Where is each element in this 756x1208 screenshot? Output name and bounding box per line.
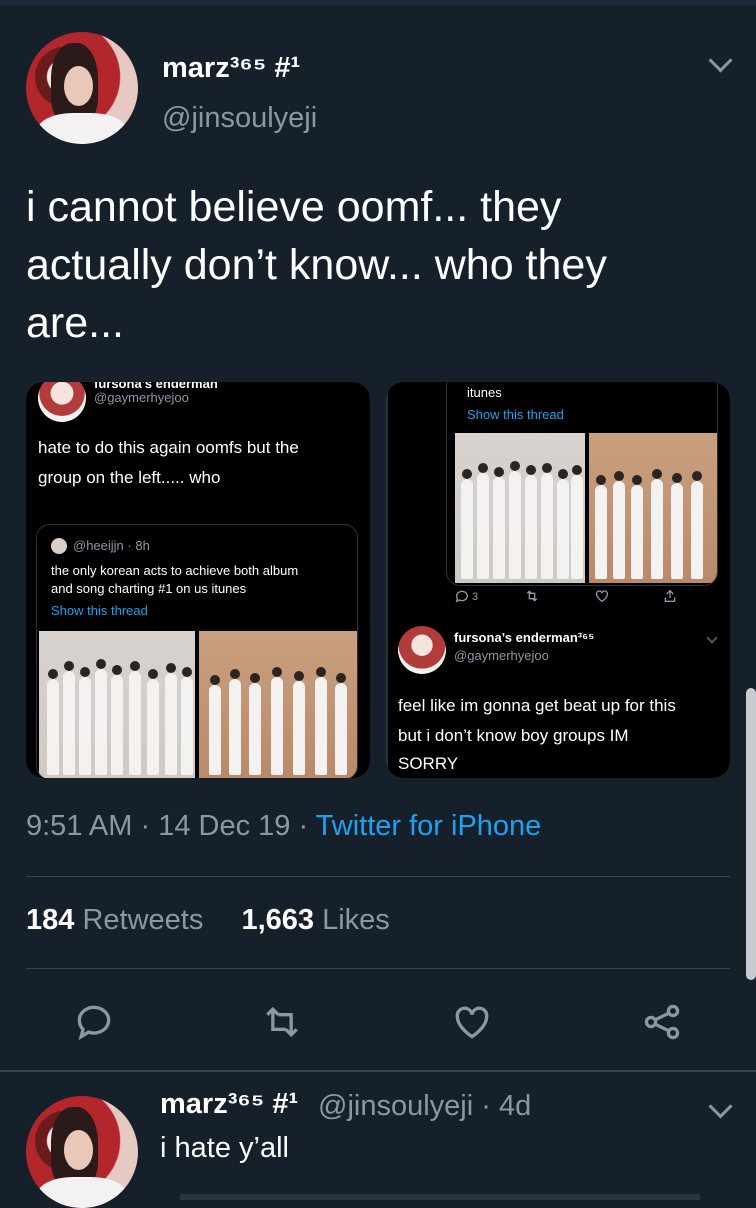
embed-text-line2: group on the left..... who xyxy=(38,468,221,487)
retweet-icon xyxy=(526,590,538,602)
share-icon xyxy=(664,589,676,602)
like-icon[interactable] xyxy=(450,1000,494,1044)
likes-stat[interactable]: 1,663 Likes xyxy=(241,904,389,936)
show-thread-link: Show this thread xyxy=(467,407,564,422)
avatar[interactable] xyxy=(26,1096,138,1208)
chevron-down-icon xyxy=(706,632,718,644)
embed-text-line1: hate to do this again oomfs but the xyxy=(38,438,299,457)
meta-separator: · xyxy=(140,810,159,842)
tweet-date: 14 Dec 19 xyxy=(158,810,291,842)
quote-handle: @heeijjn · 8h xyxy=(73,538,150,553)
retweet-icon[interactable] xyxy=(260,1000,304,1044)
tweet-text: i cannot believe oomf... they actually d… xyxy=(26,183,607,347)
handle[interactable]: @jinsoulyeji xyxy=(162,102,317,135)
reply-count: 3 xyxy=(472,591,479,603)
embed-handle: @gaymerhyejoo xyxy=(454,648,549,663)
embed-text-line2: but i don’t know boy groups IM xyxy=(398,726,629,745)
tweet-stats: 184 Retweets 1,663 Likes xyxy=(26,904,390,937)
avatar xyxy=(38,382,86,422)
fragment-text: itunes xyxy=(467,385,502,400)
embed-text-line3: SORRY xyxy=(398,754,459,773)
avatar[interactable] xyxy=(26,32,138,144)
scrollbar[interactable] xyxy=(746,688,756,980)
likes-count: 1,663 xyxy=(241,904,315,936)
tweet-time: 9:51 AM xyxy=(26,810,133,842)
show-thread-link: Show this thread xyxy=(51,603,148,618)
group-photo-left xyxy=(455,433,585,583)
top-border xyxy=(0,0,756,6)
display-name[interactable]: marz³⁶⁵ #¹ xyxy=(162,52,300,85)
chevron-down-icon[interactable] xyxy=(708,1094,733,1119)
likes-label: Likes xyxy=(322,904,390,936)
retweets-label: Retweets xyxy=(82,904,204,936)
tweet-timestamp: 9:51 AM · 14 Dec 19 · Twitter for iPhone xyxy=(26,810,541,843)
chevron-down-icon[interactable] xyxy=(708,48,733,73)
avatar xyxy=(398,626,446,674)
quote-line1: the only korean acts to achieve both alb… xyxy=(51,563,299,578)
reply-media-edge xyxy=(180,1194,700,1200)
retweets-stat[interactable]: 184 Retweets xyxy=(26,904,203,936)
embed-text-line1: feel like im gonna get beat up for this xyxy=(398,696,676,715)
reply-handle-time[interactable]: @jinsoulyeji · 4d xyxy=(318,1090,531,1123)
group-photo-right xyxy=(199,631,357,778)
quoted-tweet-fragment: itunes Show this thread xyxy=(446,382,718,586)
attached-image-left[interactable]: fursona’s enderman @gaymerhyejoo hate to… xyxy=(26,382,370,778)
line-separator xyxy=(386,382,388,778)
reply-icon[interactable] xyxy=(72,1000,116,1044)
group-photo-right xyxy=(589,433,717,583)
share-icon[interactable] xyxy=(640,1000,684,1044)
reply-text: i hate y’all xyxy=(160,1132,289,1164)
embed-display-name: fursona’s enderman³⁶⁵ xyxy=(454,630,595,645)
divider xyxy=(26,876,730,877)
embed-handle: @gaymerhyejoo xyxy=(94,390,189,405)
retweets-count: 184 xyxy=(26,904,75,936)
attached-image-right[interactable]: itunes Show this thread 3 fursona’s ende… xyxy=(386,382,730,778)
divider xyxy=(0,1070,756,1072)
reply-display-name[interactable]: marz³⁶⁵ #¹ xyxy=(160,1088,298,1121)
divider xyxy=(26,968,730,969)
group-photo-left xyxy=(39,631,195,778)
meta-separator: · xyxy=(298,810,316,842)
reply-icon xyxy=(455,590,468,603)
quote-line2: and song charting #1 on us itunes xyxy=(51,581,247,596)
tweet-source-link[interactable]: Twitter for iPhone xyxy=(316,810,542,842)
quote-avatar xyxy=(51,538,67,554)
quoted-tweet: @heeijjn · 8h the only korean acts to ac… xyxy=(36,524,358,778)
like-icon xyxy=(596,590,608,603)
